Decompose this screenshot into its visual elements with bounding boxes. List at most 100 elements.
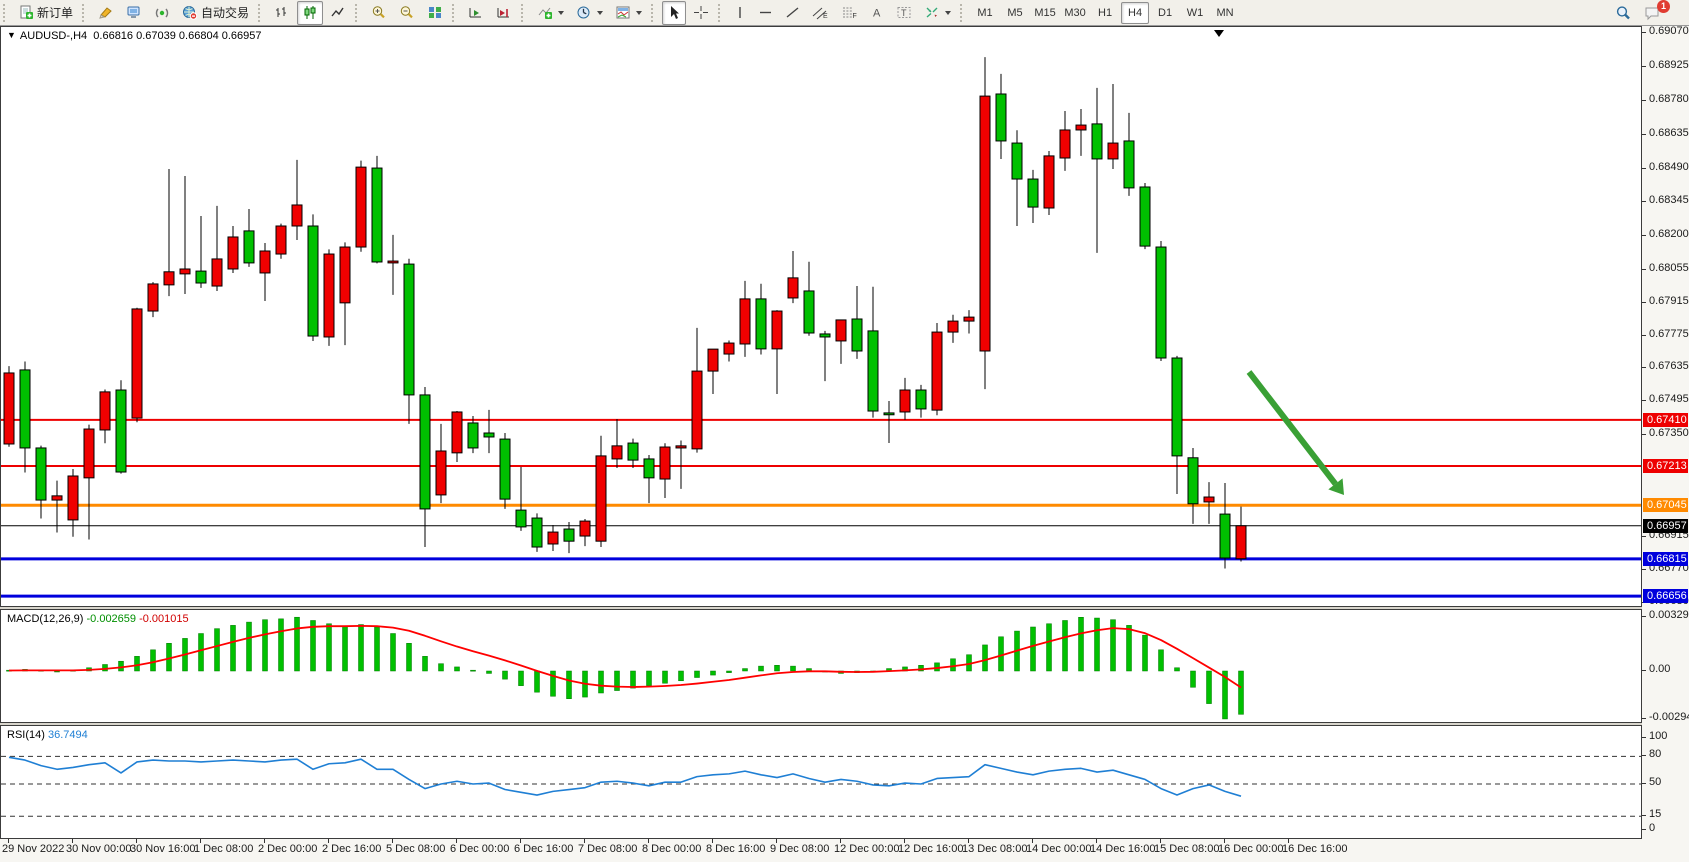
vertical-line-tool-button[interactable] bbox=[729, 1, 751, 25]
arrows-tool-button[interactable] bbox=[919, 1, 956, 25]
macd-name: MACD(12,26,9) bbox=[7, 613, 83, 625]
macd-main-value: -0.002659 bbox=[86, 613, 136, 625]
terminal-button[interactable] bbox=[121, 1, 147, 25]
toolbar-grip bbox=[3, 4, 10, 22]
axis-tick bbox=[1642, 536, 1646, 537]
zoom-out-button[interactable] bbox=[394, 1, 420, 25]
price-axis[interactable]: 0.690700.689250.687800.686350.684900.683… bbox=[1642, 26, 1689, 839]
axis-tick bbox=[1642, 100, 1646, 101]
axis-tick bbox=[1642, 335, 1646, 336]
fibonacci-tool-button[interactable]: F bbox=[836, 1, 863, 25]
crosshair-tool-button[interactable] bbox=[688, 1, 714, 25]
time-tick-label: 12 Dec 16:00 bbox=[898, 843, 963, 855]
axis-tick bbox=[1642, 755, 1646, 756]
chat-button[interactable]: 1 bbox=[1639, 1, 1682, 25]
svg-text:T: T bbox=[901, 8, 907, 18]
trendline-tool-button[interactable] bbox=[780, 1, 805, 25]
time-tick bbox=[200, 839, 201, 843]
rsi-value: 36.7494 bbox=[48, 729, 88, 741]
rsi-panel[interactable]: RSI(14) 36.7494 bbox=[0, 725, 1642, 839]
auto-trading-button[interactable]: 自动交易 bbox=[177, 1, 254, 25]
rsi-axis-label: 15 bbox=[1649, 808, 1661, 820]
axis-tick bbox=[1642, 829, 1646, 830]
axis-tick bbox=[1642, 235, 1646, 236]
macd-signal-value: -0.001015 bbox=[139, 613, 189, 625]
highlighter-button[interactable] bbox=[93, 1, 119, 25]
timeframe-button-m1[interactable]: M1 bbox=[971, 2, 999, 24]
macd-axis-label: 0.003297 bbox=[1649, 609, 1689, 621]
timeframe-button-h1[interactable]: H1 bbox=[1091, 2, 1119, 24]
macd-axis-label: 0.00 bbox=[1649, 663, 1670, 675]
time-tick-label: 13 Dec 08:00 bbox=[962, 843, 1027, 855]
templates-button[interactable] bbox=[610, 1, 647, 25]
time-tick-label: 15 Dec 08:00 bbox=[1154, 843, 1219, 855]
time-tick bbox=[840, 839, 841, 843]
time-tick bbox=[520, 839, 521, 843]
text-label-tool-button[interactable]: T bbox=[891, 1, 917, 25]
indicators-button[interactable] bbox=[532, 1, 569, 25]
toolbar-grip bbox=[718, 4, 725, 22]
candlestick-chart-button[interactable] bbox=[297, 1, 323, 25]
collapse-triangle-icon[interactable]: ▼ bbox=[7, 30, 16, 40]
horizontal-line-tool-button[interactable] bbox=[753, 1, 778, 25]
trend-arrow[interactable] bbox=[1249, 372, 1335, 484]
time-axis[interactable]: 29 Nov 202230 Nov 00:0030 Nov 16:001 Dec… bbox=[0, 839, 1689, 862]
timeframe-button-w1[interactable]: W1 bbox=[1181, 2, 1209, 24]
timeframe-button-m15[interactable]: M15 bbox=[1031, 2, 1059, 24]
main-chart-panel[interactable]: ▼AUDUSD-,H4 0.66816 0.67039 0.66804 0.66… bbox=[0, 26, 1642, 607]
new-order-button[interactable]: 新订单 bbox=[14, 1, 78, 25]
time-tick bbox=[1288, 839, 1289, 843]
price-tick-label: 0.67495 bbox=[1649, 393, 1689, 405]
macd-canvas[interactable] bbox=[1, 610, 1641, 722]
timeframe-button-m30[interactable]: M30 bbox=[1061, 2, 1089, 24]
chart-shift-icon bbox=[496, 5, 512, 20]
timeframe-button-mn[interactable]: MN bbox=[1211, 2, 1239, 24]
signal-button[interactable] bbox=[149, 1, 175, 25]
timeframe-button-m5[interactable]: M5 bbox=[1001, 2, 1029, 24]
time-tick bbox=[456, 839, 457, 843]
timeframe-button-h4[interactable]: H4 bbox=[1121, 2, 1149, 24]
time-tick-label: 1 Dec 08:00 bbox=[194, 843, 253, 855]
price-chart-canvas[interactable] bbox=[1, 27, 1641, 606]
bar-chart-button[interactable] bbox=[269, 1, 295, 25]
rsi-label: RSI(14) 36.7494 bbox=[7, 729, 88, 741]
timeframe-button-d1[interactable]: D1 bbox=[1151, 2, 1179, 24]
search-icon bbox=[1615, 5, 1632, 21]
price-tick-label: 0.68055 bbox=[1649, 262, 1689, 274]
tile-windows-button[interactable] bbox=[422, 1, 448, 25]
toolbar-grip bbox=[355, 4, 362, 22]
auto-scroll-button[interactable] bbox=[463, 1, 489, 25]
time-tick-label: 5 Dec 08:00 bbox=[386, 843, 445, 855]
line-chart-button[interactable] bbox=[325, 1, 351, 25]
macd-axis-label: -0.002942 bbox=[1649, 711, 1689, 723]
search-button[interactable] bbox=[1610, 1, 1637, 25]
candlestick-chart-icon bbox=[302, 5, 318, 20]
periods-caret-icon bbox=[597, 11, 603, 15]
svg-text:E: E bbox=[823, 13, 828, 20]
toolbar-right-group: 1 bbox=[1609, 1, 1683, 25]
cursor-tool-button[interactable] bbox=[662, 1, 686, 25]
axis-tick bbox=[1642, 670, 1646, 671]
new-order-icon bbox=[19, 5, 34, 20]
level-price-label: 0.66815 bbox=[1643, 552, 1688, 566]
time-tick bbox=[968, 839, 969, 843]
toolbar-grip bbox=[258, 4, 265, 22]
price-tick-label: 0.68635 bbox=[1649, 127, 1689, 139]
equidistant-channel-icon: E bbox=[812, 5, 829, 20]
time-tick bbox=[1096, 839, 1097, 843]
level-price-label: 0.67213 bbox=[1643, 459, 1688, 473]
rsi-canvas[interactable] bbox=[1, 726, 1641, 838]
time-tick bbox=[72, 839, 73, 843]
chart-symbol-period: AUDUSD-,H4 bbox=[20, 30, 87, 42]
macd-panel[interactable]: MACD(12,26,9) -0.002659 -0.001015 bbox=[0, 609, 1642, 723]
channel-tool-button[interactable]: E bbox=[807, 1, 834, 25]
periods-button[interactable] bbox=[571, 1, 608, 25]
axis-tick bbox=[1642, 367, 1646, 368]
chart-shift-button[interactable] bbox=[491, 1, 517, 25]
price-tick-label: 0.67775 bbox=[1649, 328, 1689, 340]
zoom-in-button[interactable] bbox=[366, 1, 392, 25]
axis-tick bbox=[1642, 718, 1646, 719]
time-tick bbox=[392, 839, 393, 843]
text-tool-button[interactable]: A bbox=[865, 1, 889, 25]
time-tick-label: 16 Dec 16:00 bbox=[1282, 843, 1347, 855]
